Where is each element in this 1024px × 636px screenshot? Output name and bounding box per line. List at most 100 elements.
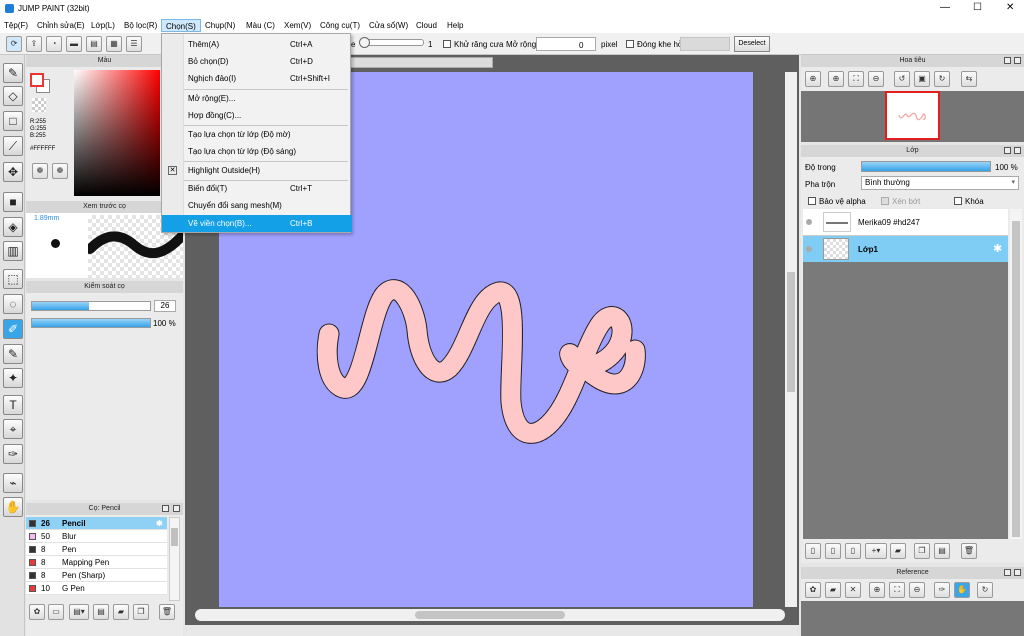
zoom-out-icon[interactable]: ⊖ xyxy=(868,71,884,87)
menu-filter[interactable]: Bộ lọc(R) xyxy=(124,21,157,30)
lasso-tool-icon[interactable]: ◌ xyxy=(3,294,23,314)
lock-checkbox[interactable] xyxy=(954,197,962,205)
document-icon[interactable]: ▤ xyxy=(86,36,102,52)
bucket-tool-icon[interactable]: ◈ xyxy=(3,217,23,237)
layer-list-scrollbar[interactable] xyxy=(1010,209,1022,539)
gradient-tool-icon[interactable]: ▥ xyxy=(3,241,23,261)
brush-list-scrollbar[interactable] xyxy=(169,517,180,601)
list-item[interactable]: 8 Pen (Sharp) xyxy=(26,569,167,582)
menu-window[interactable]: Cửa sổ(W) xyxy=(369,21,408,30)
visibility-icon[interactable] xyxy=(806,219,812,225)
select-pen-tool-icon[interactable]: ✐ xyxy=(3,319,23,339)
brush-tool-icon[interactable]: ⌁ xyxy=(3,473,23,493)
menu-capture[interactable]: Chụp(N) xyxy=(205,21,235,30)
eyedropper-tool-icon[interactable]: ✑ xyxy=(3,444,23,464)
brush-opacity-slider[interactable] xyxy=(31,318,151,328)
popout-icon[interactable] xyxy=(1004,569,1011,576)
panel-close-icon[interactable] xyxy=(1014,569,1021,576)
fit-icon[interactable]: ⛶ xyxy=(889,582,905,598)
rectangle-tool-icon[interactable]: □ xyxy=(3,111,23,131)
chat-icon[interactable]: ▬ xyxy=(66,36,82,52)
layer-add-menu-icon[interactable]: +▾ xyxy=(865,543,887,559)
pencil-tool-icon[interactable]: ✎ xyxy=(3,63,23,83)
menu-item-expand[interactable]: Mở rộng(E)... xyxy=(162,90,352,107)
menu-color[interactable]: Màu (C) xyxy=(246,21,275,30)
popout-icon[interactable] xyxy=(1004,57,1011,64)
brush-menu-icon[interactable]: ▤▾ xyxy=(69,604,89,620)
eyedropper-icon[interactable]: ✑ xyxy=(934,582,950,598)
menu-item-invert[interactable]: Nghịch đảo(I) Ctrl+Shift+I xyxy=(162,70,352,87)
popout-icon[interactable] xyxy=(1004,147,1011,154)
gear-icon[interactable]: ✱ xyxy=(993,242,1002,255)
warp-tool-icon[interactable]: ⌖ xyxy=(3,419,23,439)
duplicate-layer-icon[interactable]: ❐ xyxy=(914,543,930,559)
refresh-icon[interactable]: ⟳ xyxy=(6,36,22,52)
flip-icon[interactable]: ⇆ xyxy=(961,71,977,87)
close-button[interactable]: ✕ xyxy=(1006,2,1014,13)
brush-settings-icon[interactable]: ▤ xyxy=(93,604,109,620)
blend-mode-select[interactable]: Bình thường ▾ xyxy=(861,176,1019,190)
menu-help[interactable]: Help xyxy=(447,21,463,30)
zoom-out-icon[interactable]: ⊖ xyxy=(909,582,925,598)
expand-input[interactable]: 0 xyxy=(536,37,596,51)
folder-open-icon[interactable]: ▰ xyxy=(825,582,841,598)
select-eraser-tool-icon[interactable]: ✎ xyxy=(3,344,23,364)
list-icon[interactable]: ☰ xyxy=(126,36,142,52)
fill-rect-tool-icon[interactable]: ■ xyxy=(3,192,23,212)
fit-icon[interactable]: ⛶ xyxy=(848,71,864,87)
brush-size-value[interactable]: 26 xyxy=(154,300,176,312)
menu-item-stroke-selection[interactable]: Vẽ viền chọn(B)... Ctrl+B xyxy=(162,215,352,232)
scrollbar-thumb[interactable] xyxy=(415,611,565,619)
list-item[interactable]: 8 Mapping Pen xyxy=(26,556,167,569)
list-item[interactable]: 10 G Pen xyxy=(26,582,167,595)
protect-alpha-checkbox[interactable] xyxy=(808,197,816,205)
saturation-value-picker[interactable] xyxy=(74,70,160,196)
speech-bubble-icon[interactable]: ◔ xyxy=(46,36,62,52)
move-tool-icon[interactable]: ✥ xyxy=(3,162,23,182)
add-brush-icon[interactable]: ✿ xyxy=(29,604,45,620)
menu-edit[interactable]: Chỉnh sửa(E) xyxy=(37,21,85,30)
folder-icon[interactable]: ▰ xyxy=(113,604,129,620)
size-slider[interactable] xyxy=(359,37,424,48)
color-wheel-icon[interactable]: ❁ xyxy=(32,163,48,179)
list-item[interactable]: 8 Pen xyxy=(26,543,167,556)
transparent-swatch[interactable] xyxy=(32,98,46,112)
rect-select-tool-icon[interactable]: ⬚ xyxy=(3,269,23,289)
menu-item-convert-mesh[interactable]: Chuyển đổi sang mesh(M) xyxy=(162,197,352,214)
horizontal-scrollbar[interactable] xyxy=(195,609,785,621)
trash-icon[interactable]: 🗑 xyxy=(159,604,175,620)
magic-wand-tool-icon[interactable]: ✦ xyxy=(3,368,23,388)
zoom-in-icon[interactable]: ⊕ xyxy=(828,71,844,87)
panel-close-icon[interactable] xyxy=(1014,57,1021,64)
menu-item-from-layer-opacity[interactable]: Tạo lựa chọn từ lớp (Độ mờ) xyxy=(162,126,352,143)
layer-row[interactable]: Lớp1 ✱ xyxy=(803,236,1008,262)
menu-view[interactable]: Xem(V) xyxy=(284,21,311,30)
menu-item-contract[interactable]: Hợp đồng(C)... xyxy=(162,107,352,124)
menu-item-highlight-outside[interactable]: ✕ Highlight Outside(H) xyxy=(162,162,352,179)
menu-select[interactable]: Chọn(S) xyxy=(161,19,201,32)
new-layer-1bit-icon[interactable]: ▯ xyxy=(845,543,861,559)
brush-size-slider[interactable] xyxy=(31,301,151,311)
palette-icon[interactable]: ❁ xyxy=(52,163,68,179)
grid-icon[interactable]: ▦ xyxy=(106,36,122,52)
antialias-checkbox[interactable] xyxy=(443,40,451,48)
rotate-icon[interactable]: ↻ xyxy=(977,582,993,598)
layer-folder-icon[interactable]: ▰ xyxy=(890,543,906,559)
menu-file[interactable]: Tệp(F) xyxy=(4,21,28,30)
panel-close-icon[interactable] xyxy=(173,505,180,512)
scrollbar-thumb[interactable] xyxy=(1012,221,1020,537)
layer-row[interactable]: Merika09 #hd247 xyxy=(803,209,1008,236)
hand-icon[interactable]: ✋ xyxy=(954,582,970,598)
foreground-swatch[interactable] xyxy=(30,73,44,87)
export-icon[interactable]: ⇪ xyxy=(26,36,42,52)
reset-view-icon[interactable]: ▣ xyxy=(914,71,930,87)
gear-icon[interactable]: ✱ xyxy=(156,517,163,530)
menu-item-deselect[interactable]: Bỏ chọn(D) Ctrl+D xyxy=(162,53,352,70)
zoom-icon[interactable]: ⊕ xyxy=(805,71,821,87)
list-item[interactable]: 26 Pencil ✱ xyxy=(26,517,167,530)
navigator-thumbnail[interactable] xyxy=(885,91,940,140)
maximize-button[interactable]: ☐ xyxy=(973,2,982,13)
menu-cloud[interactable]: Cloud xyxy=(416,21,437,30)
deselect-button[interactable]: Deselect xyxy=(734,36,770,52)
slider-thumb[interactable] xyxy=(359,37,370,48)
